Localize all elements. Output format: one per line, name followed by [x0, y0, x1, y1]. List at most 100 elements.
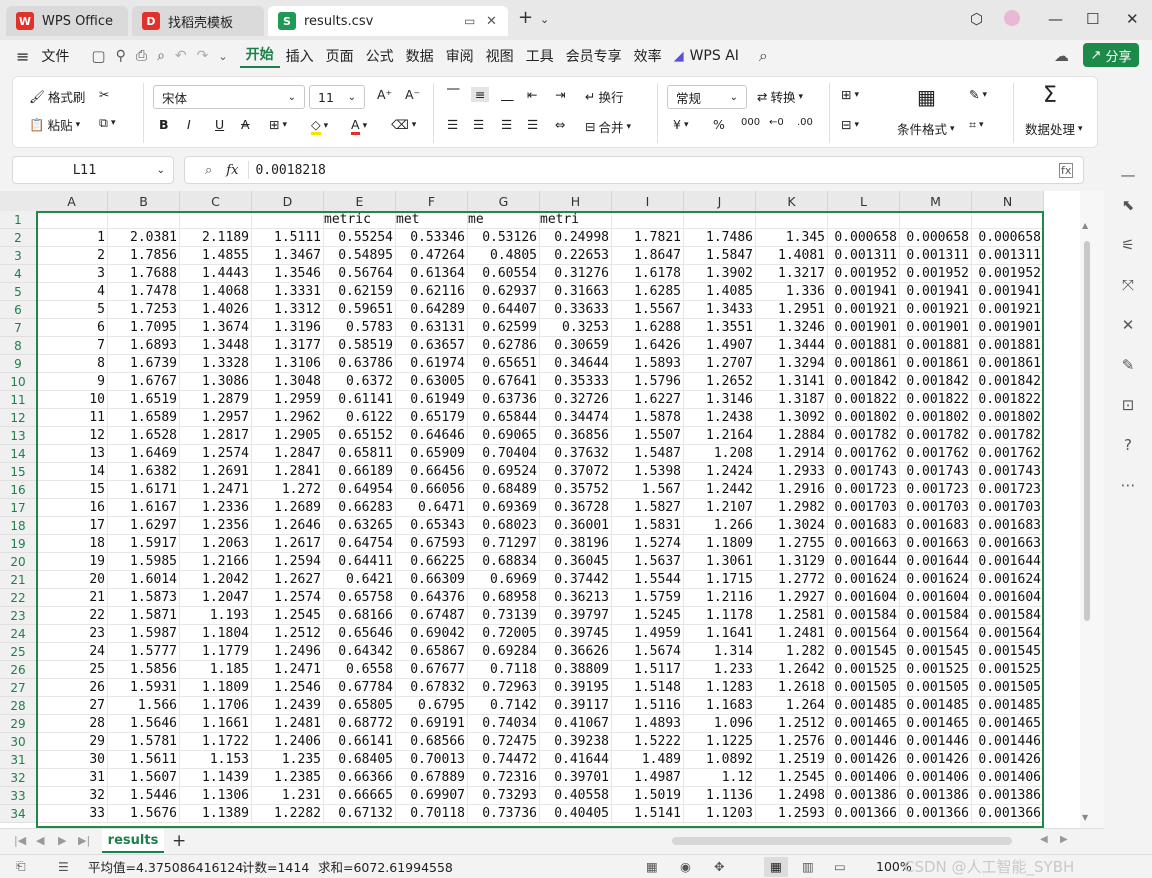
new-tab-icon[interactable]: +	[518, 7, 533, 28]
cell-m6[interactable]: 0.001921	[900, 301, 972, 319]
sheet-tab-results[interactable]: results	[102, 829, 164, 853]
cell-k4[interactable]: 1.3217	[756, 265, 828, 283]
cell-l26[interactable]: 0.001525	[828, 661, 900, 679]
cell-l13[interactable]: 0.001782	[828, 427, 900, 445]
print-preview-icon[interactable]: ⌕	[157, 48, 165, 64]
page-layout-icon[interactable]: ▥	[802, 859, 814, 874]
redo-icon[interactable]: ↷	[197, 48, 209, 64]
tab-docer-template[interactable]: D 找稻壳模板	[132, 6, 264, 36]
status-count[interactable]: 计数=1414	[242, 857, 309, 876]
cell-g32[interactable]: 0.72316	[468, 769, 540, 787]
cell-j12[interactable]: 1.2438	[684, 409, 756, 427]
cell-a23[interactable]: 22	[36, 607, 108, 625]
copy-button[interactable]: ⧉ ▾	[99, 115, 115, 131]
cell-h21[interactable]: 0.37442	[540, 571, 612, 589]
cell-m26[interactable]: 0.001525	[900, 661, 972, 679]
chevron-down-icon[interactable]: ⌄	[540, 13, 549, 26]
tab-wps-office[interactable]: W WPS Office	[6, 6, 128, 36]
cell-e13[interactable]: 0.65152	[324, 427, 396, 445]
cell-h28[interactable]: 0.39117	[540, 697, 612, 715]
row-header[interactable]: 26	[0, 661, 36, 679]
cell-b5[interactable]: 1.7478	[108, 283, 180, 301]
cell-m5[interactable]: 0.001941	[900, 283, 972, 301]
scroll-right-icon[interactable]: ▶	[1060, 834, 1068, 845]
cell-f6[interactable]: 0.64289	[396, 301, 468, 319]
scroll-up-icon[interactable]: ▲	[1082, 221, 1088, 230]
adjust-icon[interactable]: ⚟	[1118, 236, 1138, 256]
cell-b3[interactable]: 1.7856	[108, 247, 180, 265]
cell-h18[interactable]: 0.36001	[540, 517, 612, 535]
cell-m1[interactable]	[900, 211, 972, 229]
cell-d24[interactable]: 1.2512	[252, 625, 324, 643]
tab-results-csv[interactable]: S results.csv ▭ ✕	[268, 6, 508, 36]
cell-n11[interactable]: 0.001822	[972, 391, 1044, 409]
cell-h8[interactable]: 0.30659	[540, 337, 612, 355]
cell-i28[interactable]: 1.5116	[612, 697, 684, 715]
cell-h11[interactable]: 0.32726	[540, 391, 612, 409]
cell-l27[interactable]: 0.001505	[828, 679, 900, 697]
font-size-select[interactable]: 11 ⌄	[309, 85, 365, 109]
cell-g5[interactable]: 0.62937	[468, 283, 540, 301]
row-header[interactable]: 22	[0, 589, 36, 607]
cell-d11[interactable]: 1.2959	[252, 391, 324, 409]
cell-d31[interactable]: 1.235	[252, 751, 324, 769]
cell-k10[interactable]: 1.3141	[756, 373, 828, 391]
cell-a33[interactable]: 32	[36, 787, 108, 805]
cell-b27[interactable]: 1.5931	[108, 679, 180, 697]
cell-c6[interactable]: 1.4026	[180, 301, 252, 319]
cell-n27[interactable]: 0.001505	[972, 679, 1044, 697]
cell-c28[interactable]: 1.1706	[180, 697, 252, 715]
cell-f15[interactable]: 0.66456	[396, 463, 468, 481]
cell-c12[interactable]: 1.2957	[180, 409, 252, 427]
cell-h12[interactable]: 0.34474	[540, 409, 612, 427]
column-header-f[interactable]: F	[396, 191, 468, 211]
undo-icon[interactable]: ↶	[175, 48, 187, 64]
cell-n34[interactable]: 0.001366	[972, 805, 1044, 823]
cell-g3[interactable]: 0.4805	[468, 247, 540, 265]
cell-a4[interactable]: 3	[36, 265, 108, 283]
cell-d25[interactable]: 1.2496	[252, 643, 324, 661]
cell-l29[interactable]: 0.001465	[828, 715, 900, 733]
cell-k16[interactable]: 1.2916	[756, 481, 828, 499]
formula-bar[interactable]: ⌕ fx 0.0018218 fx	[184, 156, 1084, 184]
cell-b16[interactable]: 1.6171	[108, 481, 180, 499]
increase-decimal-button[interactable]: ←0	[769, 117, 784, 128]
cell-k21[interactable]: 1.2772	[756, 571, 828, 589]
cell-c31[interactable]: 1.153	[180, 751, 252, 769]
cell-m7[interactable]: 0.001901	[900, 319, 972, 337]
cell-d34[interactable]: 1.2282	[252, 805, 324, 823]
border-button[interactable]: ⊞ ▾	[269, 117, 287, 132]
cell-b32[interactable]: 1.5607	[108, 769, 180, 787]
cell-c26[interactable]: 1.185	[180, 661, 252, 679]
cell-g7[interactable]: 0.62599	[468, 319, 540, 337]
cell-l3[interactable]: 0.001311	[828, 247, 900, 265]
cell-k24[interactable]: 1.2481	[756, 625, 828, 643]
cell-l20[interactable]: 0.001644	[828, 553, 900, 571]
column-header-d[interactable]: D	[252, 191, 324, 211]
cell-g14[interactable]: 0.70404	[468, 445, 540, 463]
cell-b11[interactable]: 1.6519	[108, 391, 180, 409]
cell-m19[interactable]: 0.001663	[900, 535, 972, 553]
cell-c32[interactable]: 1.1439	[180, 769, 252, 787]
cell-k33[interactable]: 1.2498	[756, 787, 828, 805]
cell-l22[interactable]: 0.001604	[828, 589, 900, 607]
cell-k12[interactable]: 1.3092	[756, 409, 828, 427]
row-header[interactable]: 14	[0, 445, 36, 463]
cell-a29[interactable]: 28	[36, 715, 108, 733]
cell-f4[interactable]: 0.61364	[396, 265, 468, 283]
cell-f24[interactable]: 0.69042	[396, 625, 468, 643]
menu-file[interactable]: 文件	[35, 46, 75, 66]
cell-m13[interactable]: 0.001782	[900, 427, 972, 445]
cell-k6[interactable]: 1.2951	[756, 301, 828, 319]
cell-a32[interactable]: 31	[36, 769, 108, 787]
link-icon[interactable]: ⚲	[116, 48, 126, 64]
conditional-format-button[interactable]: 条件格式 ▾	[897, 119, 955, 138]
cell-h2[interactable]: 0.24998	[540, 229, 612, 247]
cell-h15[interactable]: 0.37072	[540, 463, 612, 481]
cell-f2[interactable]: 0.53346	[396, 229, 468, 247]
cell-m18[interactable]: 0.001683	[900, 517, 972, 535]
row-col-button[interactable]: ⊞ ▾	[841, 87, 859, 102]
cell-h10[interactable]: 0.35333	[540, 373, 612, 391]
cell-m14[interactable]: 0.001762	[900, 445, 972, 463]
sheet-list-icon[interactable]: ☰	[58, 860, 69, 874]
